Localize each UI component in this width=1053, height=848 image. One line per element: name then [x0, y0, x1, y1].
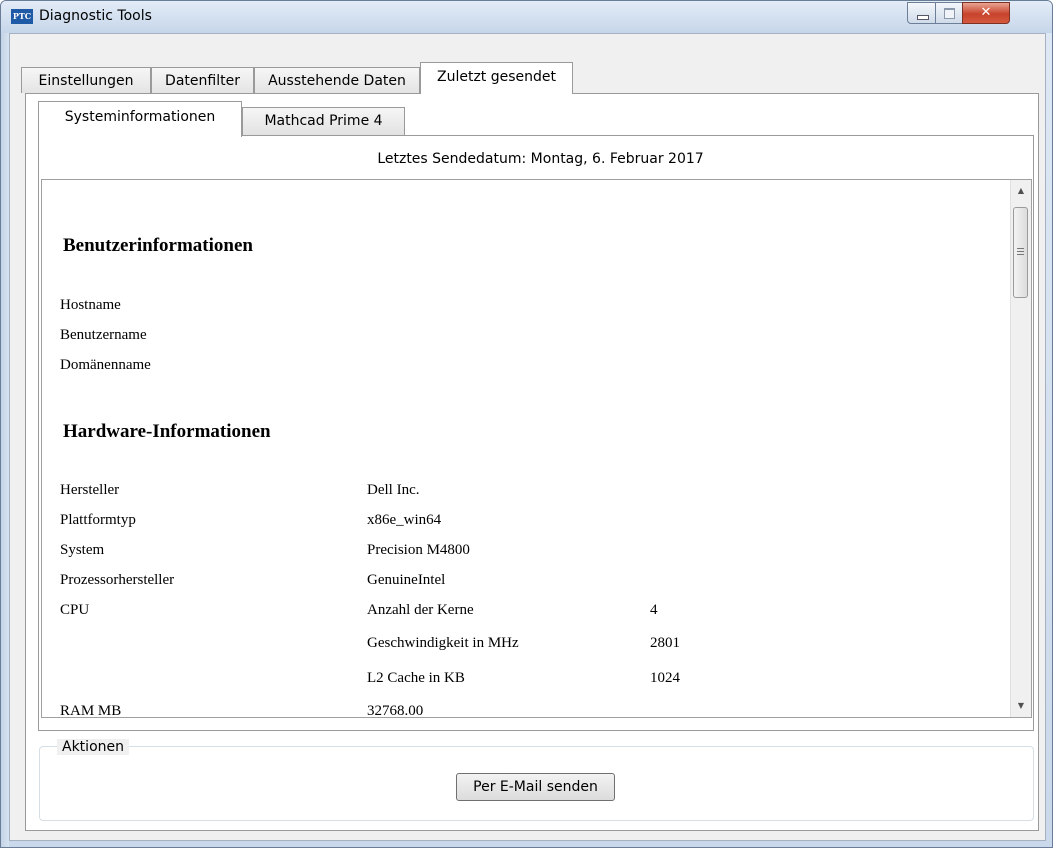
report-content: Benutzerinformationen Hostname Benutzern…: [42, 180, 1004, 717]
ptc-logo-icon: PTC: [11, 9, 33, 24]
tab-zuletzt-gesendet[interactable]: Zuletzt gesendet: [420, 62, 573, 94]
hostname-label: Hostname: [60, 297, 121, 313]
grip-line: [1017, 251, 1024, 252]
minimize-button[interactable]: [907, 2, 936, 24]
close-button[interactable]: ✕: [962, 2, 1010, 24]
vertical-scrollbar[interactable]: ▲ ▼: [1010, 180, 1031, 717]
scroll-up-arrow-icon[interactable]: ▲: [1011, 182, 1031, 200]
scrollbar-thumb[interactable]: [1013, 207, 1028, 298]
window-title: Diagnostic Tools: [39, 8, 152, 24]
diagnostic-tools-window: PTC Diagnostic Tools ✕ Einstellungen Dat…: [0, 0, 1053, 848]
system-value: Precision M4800: [367, 542, 470, 558]
cpu-vendor-value: GenuineIntel: [367, 572, 446, 588]
send-email-button[interactable]: Per E-Mail senden: [456, 773, 615, 801]
minimize-icon: [917, 15, 929, 20]
username-label: Benutzername: [60, 327, 147, 343]
cpu-vendor-label: Prozessorhersteller: [60, 572, 175, 588]
grip-line: [1017, 254, 1024, 255]
tab-systeminformationen[interactable]: Systeminformationen: [38, 101, 242, 137]
tab-datenfilter[interactable]: Datenfilter: [151, 67, 254, 93]
cpu-cores-label: Anzahl der Kerne: [367, 602, 474, 618]
tab-ausstehende-daten[interactable]: Ausstehende Daten: [254, 67, 420, 93]
manufacturer-value: Dell Inc.: [367, 482, 420, 498]
actions-legend: Aktionen: [57, 739, 129, 755]
cpu-cores-value: 4: [650, 602, 658, 618]
close-icon: ✕: [980, 5, 992, 20]
system-label: System: [60, 542, 105, 558]
scroll-down-arrow-icon[interactable]: ▼: [1011, 697, 1031, 715]
ram-value: 32768.00: [367, 703, 424, 717]
maximize-button[interactable]: [935, 2, 963, 24]
hardware-info-heading: Hardware-Informationen: [63, 421, 271, 442]
user-info-heading: Benutzerinformationen: [63, 235, 253, 256]
tab-einstellungen[interactable]: Einstellungen: [21, 67, 151, 93]
cpu-speed-value: 2801: [650, 635, 680, 651]
last-sent-date: Letztes Sendedatum: Montag, 6. Februar 2…: [377, 151, 704, 167]
platform-label: Plattformtyp: [60, 512, 136, 528]
report-view[interactable]: Benutzerinformationen Hostname Benutzern…: [41, 179, 1032, 718]
domain-label: Domänenname: [60, 357, 151, 373]
l2-cache-label: L2 Cache in KB: [367, 670, 465, 686]
platform-value: x86e_win64: [367, 512, 442, 528]
ram-label: RAM MB: [60, 703, 122, 717]
maximize-icon: [944, 8, 955, 19]
l2-cache-value: 1024: [650, 670, 680, 686]
cpu-speed-label: Geschwindigkeit in MHz: [367, 635, 519, 651]
tab-mathcad-prime-4[interactable]: Mathcad Prime 4: [242, 107, 405, 135]
manufacturer-label: Hersteller: [60, 482, 120, 498]
title-bar[interactable]: PTC Diagnostic Tools ✕: [1, 1, 1052, 33]
cpu-label: CPU: [60, 602, 90, 618]
grip-line: [1017, 248, 1024, 249]
